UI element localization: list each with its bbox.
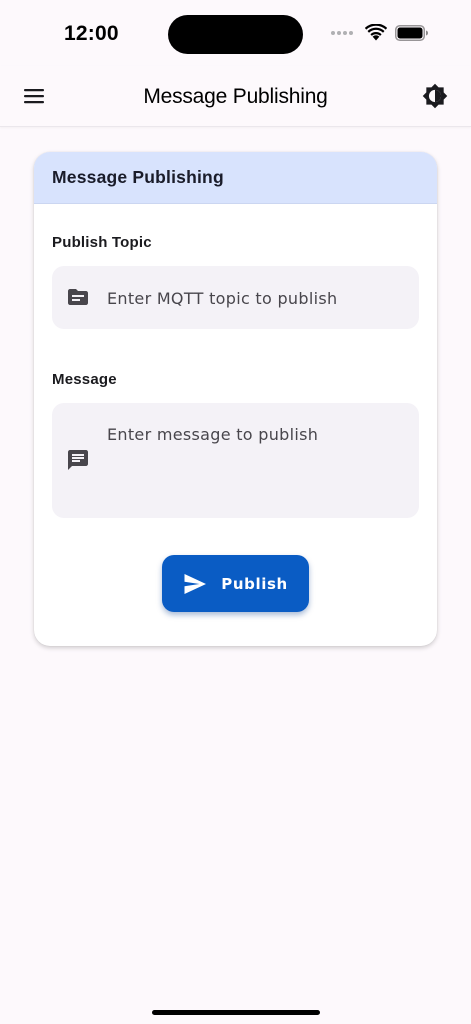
message-field[interactable] xyxy=(52,403,419,518)
message-label: Message xyxy=(52,371,117,388)
message-input[interactable] xyxy=(107,424,402,504)
theme-toggle-button[interactable] xyxy=(417,78,453,114)
status-bar: 12:00 xyxy=(0,0,471,66)
battery-icon xyxy=(395,24,428,41)
topic-label: Publish Topic xyxy=(52,234,152,251)
publish-button-label: Publish xyxy=(221,574,288,593)
topic-field[interactable] xyxy=(52,266,419,329)
topic-input[interactable] xyxy=(107,287,402,309)
home-indicator xyxy=(152,1010,320,1015)
publish-card: Message Publishing Publish Topic Message… xyxy=(34,152,437,646)
send-icon xyxy=(184,573,207,594)
page-title: Message Publishing xyxy=(143,85,328,108)
card-header: Message Publishing xyxy=(34,152,437,204)
wifi-icon xyxy=(365,24,387,41)
topic-icon xyxy=(68,289,88,305)
message-icon xyxy=(68,450,88,470)
publish-button[interactable]: Publish xyxy=(162,555,309,612)
dynamic-island xyxy=(168,15,303,54)
status-indicators xyxy=(331,24,429,41)
app-bar: Message Publishing xyxy=(0,66,471,127)
brightness-icon xyxy=(422,83,448,109)
status-time: 12:00 xyxy=(64,22,119,45)
cellular-signal-icon xyxy=(331,30,353,35)
